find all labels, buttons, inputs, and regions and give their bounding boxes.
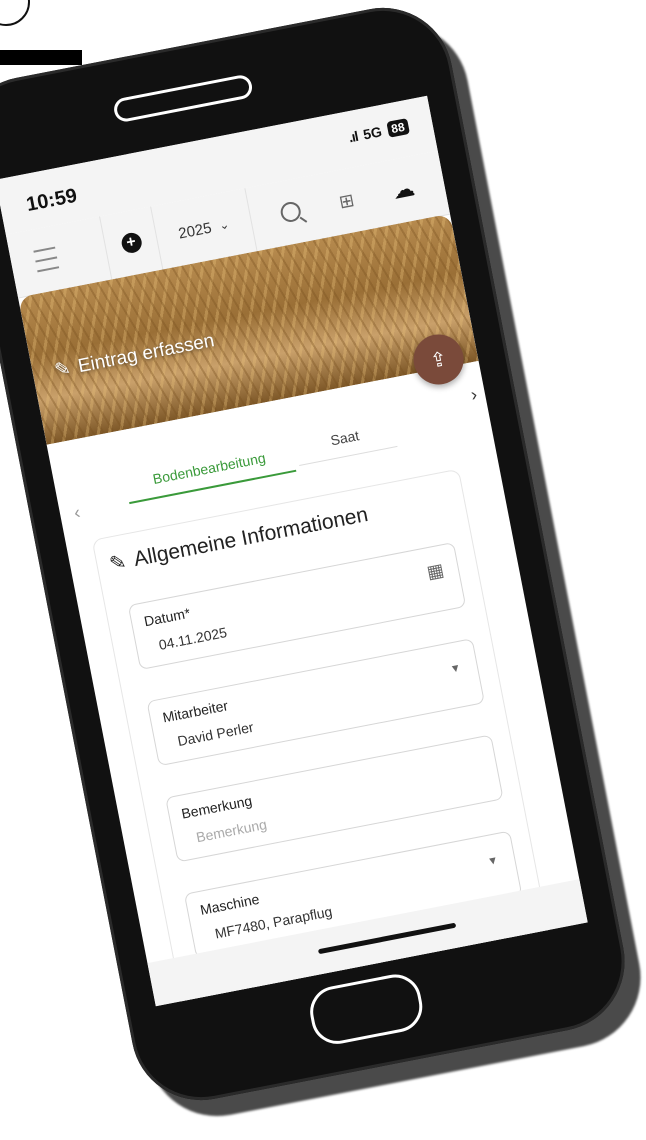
cloud-lightning-icon[interactable]: ☁	[390, 175, 417, 205]
status-indicators: .ıl 5G 88	[347, 118, 410, 145]
phone-speaker	[112, 73, 255, 124]
corner-decoration-circle	[0, 0, 30, 26]
signal-icon: .ıl	[347, 127, 359, 146]
tab-scroll-right-icon[interactable]: ›	[469, 384, 479, 406]
year-value: 2025	[176, 219, 213, 243]
field-label: Mitarbeiter	[161, 697, 230, 726]
caret-down-icon: ▼	[486, 854, 500, 869]
caret-down-icon: ▼	[448, 661, 462, 676]
tab-scroll-left-icon[interactable]: ‹	[72, 502, 82, 524]
field-value: 04.11.2025	[157, 624, 229, 653]
edit-icon: ✎	[52, 358, 73, 382]
field-label: Datum*	[142, 604, 192, 630]
network-type: 5G	[361, 123, 384, 143]
phone-frame: 10:59 .ıl 5G 88 + 2025 ⌄ ⊞ ☁ ✎ Eintrag e…	[0, 0, 637, 1113]
field-placeholder: Bemerkung	[194, 815, 269, 846]
hero-title: ✎ Eintrag erfassen	[53, 329, 217, 383]
tab-bodenbearbeitung[interactable]: Bodenbearbeitung	[124, 444, 297, 505]
menu-icon	[33, 243, 60, 277]
chevron-down-icon: ⌄	[217, 217, 231, 233]
status-time: 10:59	[24, 184, 79, 217]
phone-screen: 10:59 .ıl 5G 88 + 2025 ⌄ ⊞ ☁ ✎ Eintrag e…	[0, 95, 588, 1007]
corner-decoration-bar	[0, 50, 82, 65]
apps-add-icon[interactable]: ⊞	[337, 190, 356, 213]
battery-icon: 88	[385, 118, 410, 138]
field-label: Maschine	[198, 890, 261, 918]
field-label: Bemerkung	[180, 792, 254, 822]
search-icon[interactable]	[278, 200, 303, 224]
tab-saat[interactable]: Saat	[294, 420, 398, 466]
plus-circle-icon: +	[119, 231, 143, 255]
home-button[interactable]	[305, 970, 427, 1049]
field-value: David Perler	[176, 718, 255, 750]
calendar-icon[interactable]: ▦	[425, 560, 446, 584]
edit-icon: ✎	[107, 550, 129, 576]
hero-title-text: Eintrag erfassen	[76, 329, 217, 377]
upload-icon: ⇪	[428, 347, 449, 373]
